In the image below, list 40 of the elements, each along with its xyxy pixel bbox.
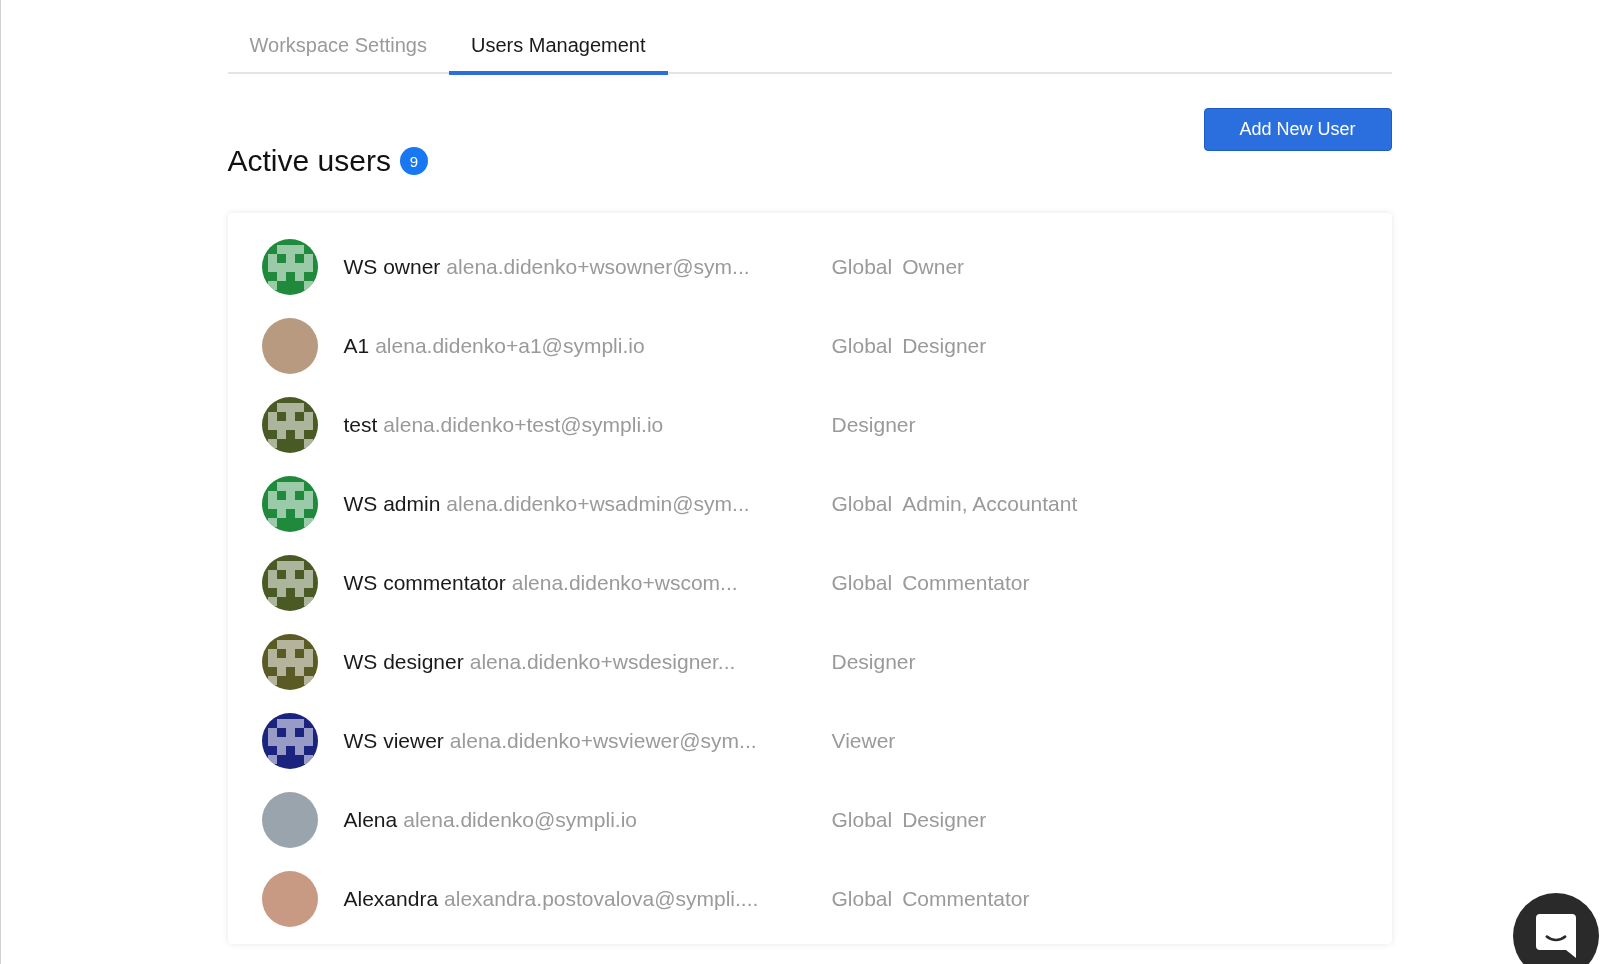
section-title: Active users (227, 144, 391, 178)
user-email: alena.didenko+a1@sympli.io (375, 333, 645, 358)
role-label: Admin, Accountant (902, 491, 1078, 516)
user-name: WS owner (343, 254, 441, 279)
user-name: A1 (343, 333, 370, 358)
role-label: Designer (831, 649, 916, 674)
user-email: alena.didenko+wscom... (511, 570, 738, 595)
role-label: Designer (902, 333, 987, 358)
user-name: WS commentator (343, 570, 506, 595)
user-email: alexandra.postovalova@sympli.... (444, 886, 759, 911)
user-email: alena.didenko+wsdesigner... (469, 649, 736, 674)
scope-label: Global (831, 491, 893, 516)
user-name: WS designer (343, 649, 464, 674)
user-email: alena.didenko@sympli.io (403, 807, 637, 832)
role-label: Commentator (902, 886, 1030, 911)
tab[interactable]: Users Management (449, 26, 668, 75)
scope-label: Global (831, 254, 893, 279)
user-email: alena.didenko+wsowner@sym... (446, 254, 750, 279)
role-label: Owner (902, 254, 965, 279)
role-label: Viewer (831, 728, 896, 753)
user-name: WS viewer (343, 728, 444, 753)
user-name: WS admin (343, 491, 441, 516)
user-name: Alena (343, 807, 398, 832)
chat-button[interactable] (1513, 893, 1599, 964)
tab[interactable]: Workspace Settings (227, 26, 449, 75)
user-name: test (343, 412, 378, 437)
user-email: alena.didenko+wsviewer@sym... (449, 728, 757, 753)
scope-label: Global (831, 807, 893, 832)
scope-label: Global (831, 886, 893, 911)
user-name: Alexandra (343, 886, 439, 911)
scope-label: Global (831, 570, 893, 595)
user-email: alena.didenko+wsadmin@sym... (446, 491, 750, 516)
role-label: Designer (902, 807, 987, 832)
role-label: Commentator (902, 570, 1030, 595)
add-user-button[interactable]: Add New User (1203, 108, 1392, 151)
scope-label: Global (831, 333, 893, 358)
chat-bubble-icon (1536, 914, 1576, 958)
count-badge: 9 (399, 147, 428, 175)
user-email: alena.didenko+test@sympli.io (383, 412, 664, 437)
role-label: Designer (831, 412, 916, 437)
